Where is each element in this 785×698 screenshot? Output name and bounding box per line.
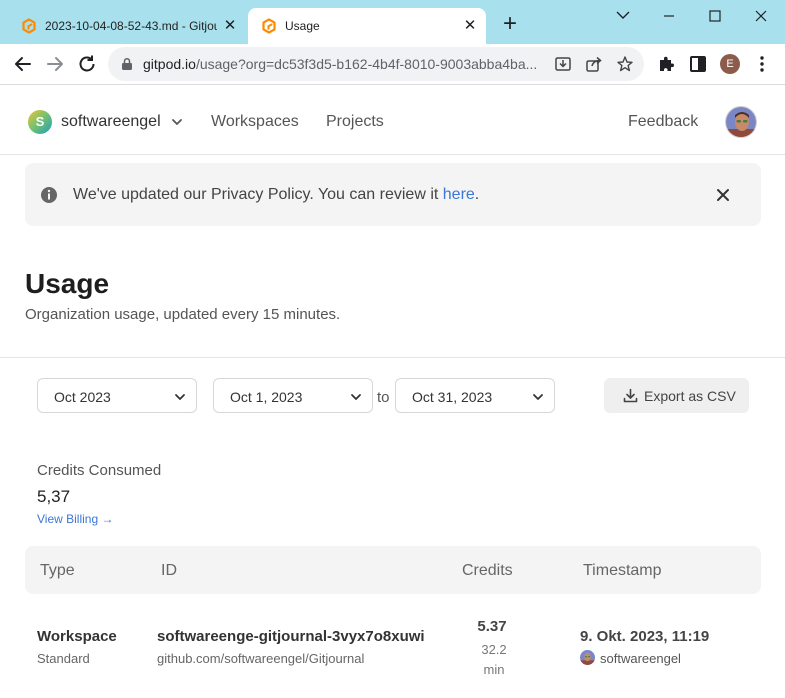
- section-divider: [0, 357, 785, 358]
- column-header-timestamp: Timestamp: [583, 562, 662, 579]
- chevron-down-icon: [533, 394, 543, 400]
- row-duration-value: 32.2: [481, 642, 507, 657]
- url-host: gitpod.io: [143, 56, 196, 72]
- browser-tab-usage[interactable]: Usage ✕: [248, 8, 486, 44]
- window-close-icon[interactable]: [738, 4, 784, 28]
- row-workspace-id[interactable]: softwareenge-gitjournal-3vyx7o8xuwi: [157, 628, 425, 645]
- row-user-avatar: [580, 650, 595, 665]
- tab-title: 2023-10-04-08-52-43.md - Gitjournal: [45, 19, 217, 33]
- period-value: Oct 2023: [54, 389, 111, 405]
- side-panel-icon[interactable]: [688, 54, 708, 74]
- user-photo-icon: [726, 107, 756, 137]
- tab-title: Usage: [285, 19, 320, 33]
- view-billing-link[interactable]: View Billing →: [37, 512, 113, 526]
- user-photo-icon: [580, 650, 595, 665]
- minimize-icon[interactable]: [646, 4, 692, 28]
- notice-suffix: .: [474, 186, 480, 203]
- start-date-picker[interactable]: Oct 1, 2023: [213, 378, 373, 413]
- credits-consumed-value: 5,37: [37, 487, 71, 506]
- user-avatar[interactable]: [725, 106, 757, 138]
- notice-message: We've updated our Privacy Policy. You ca…: [73, 186, 479, 204]
- period-select[interactable]: Oct 2023: [37, 378, 197, 413]
- end-date-value: Oct 31, 2023: [412, 389, 493, 405]
- row-duration-unit: min: [483, 662, 505, 677]
- browser-tab-gitjournal[interactable]: 2023-10-04-08-52-43.md - Gitjournal ✕: [8, 8, 246, 44]
- row-repository: github.com/softwareengel/Gitjournal: [157, 651, 365, 666]
- bookmark-star-icon[interactable]: [616, 55, 634, 73]
- row-credits: 5.37: [477, 618, 507, 635]
- row-workspace-class: Standard: [37, 651, 90, 666]
- url-path: /usage?org=dc53f3d5-b162-4b4f-8010-9003a…: [195, 56, 538, 72]
- org-avatar[interactable]: S: [28, 110, 52, 134]
- gitpod-favicon-icon: [22, 18, 36, 34]
- chevron-down-icon[interactable]: [170, 115, 184, 129]
- install-app-icon[interactable]: [554, 55, 572, 73]
- row-type: Workspace: [37, 628, 117, 645]
- page-title: Usage: [25, 268, 110, 299]
- column-header-type: Type: [40, 562, 75, 579]
- feedback-link[interactable]: Feedback: [628, 113, 698, 131]
- privacy-policy-link[interactable]: here: [443, 186, 475, 203]
- export-csv-button[interactable]: Export as CSV: [604, 378, 749, 413]
- chevron-down-icon: [351, 394, 361, 400]
- page-subtitle: Organization usage, updated every 15 min…: [25, 306, 341, 323]
- info-icon: [41, 187, 57, 203]
- privacy-notice: We've updated our Privacy Policy. You ca…: [25, 163, 761, 226]
- reload-icon[interactable]: [75, 52, 99, 76]
- nav-projects[interactable]: Projects: [326, 113, 384, 131]
- start-date-value: Oct 1, 2023: [230, 389, 303, 405]
- extensions-puzzle-icon[interactable]: [656, 54, 676, 74]
- row-duration: 32.2 min: [468, 640, 520, 680]
- end-date-picker[interactable]: Oct 31, 2023: [395, 378, 555, 413]
- table-row: Workspace Standard softwareenge-gitjourn…: [0, 612, 785, 698]
- credits-consumed-label: Credits Consumed: [37, 462, 162, 479]
- forward-arrow-icon[interactable]: [43, 52, 67, 76]
- browser-toolbar: gitpod.io/usage?org=dc53f3d5-b162-4b4f-8…: [0, 44, 785, 84]
- address-bar[interactable]: gitpod.io/usage?org=dc53f3d5-b162-4b4f-8…: [108, 47, 644, 81]
- app-header: S softwareengel Workspaces Projects Feed…: [0, 85, 785, 155]
- row-user: softwareengel: [600, 651, 681, 666]
- export-label: Export as CSV: [644, 388, 736, 404]
- download-icon: [623, 388, 638, 403]
- close-icon[interactable]: [713, 185, 733, 205]
- new-tab-button[interactable]: +: [498, 12, 522, 37]
- url-text[interactable]: gitpod.io/usage?org=dc53f3d5-b162-4b4f-8…: [143, 56, 553, 72]
- browser-menu-icon[interactable]: [752, 54, 772, 74]
- notice-text: We've updated our Privacy Policy. You ca…: [73, 186, 443, 203]
- row-timestamp: 9. Okt. 2023, 11:19: [580, 628, 710, 645]
- tab-close-icon[interactable]: ✕: [462, 18, 478, 34]
- gitpod-favicon-icon: [262, 18, 276, 34]
- nav-workspaces[interactable]: Workspaces: [211, 113, 299, 131]
- column-header-id: ID: [161, 562, 177, 579]
- browser-profile-avatar[interactable]: E: [720, 54, 740, 74]
- browser-tab-strip: 2023-10-04-08-52-43.md - Gitjournal ✕ Us…: [0, 0, 785, 44]
- share-icon[interactable]: [585, 55, 603, 73]
- back-arrow-icon[interactable]: [11, 52, 35, 76]
- date-range-separator: to: [377, 389, 390, 406]
- org-switcher[interactable]: softwareengel: [61, 113, 161, 131]
- table-header: Type ID Credits Timestamp: [25, 546, 761, 594]
- chevron-down-icon: [175, 394, 185, 400]
- maximize-icon[interactable]: [692, 4, 738, 28]
- tab-close-icon[interactable]: ✕: [222, 18, 238, 34]
- column-header-credits: Credits: [462, 562, 513, 579]
- tab-search-chevron-icon[interactable]: [600, 4, 646, 28]
- lock-icon[interactable]: [120, 57, 134, 71]
